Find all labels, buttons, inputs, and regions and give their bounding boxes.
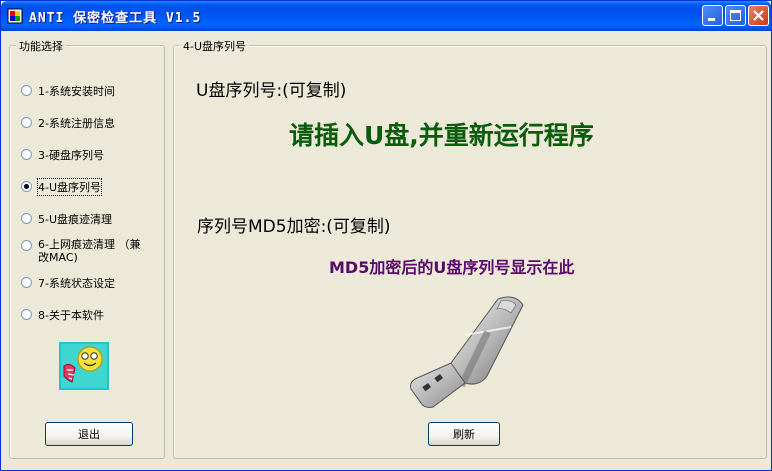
smiley-logo-icon <box>59 342 109 390</box>
radio-circle[interactable] <box>21 277 32 288</box>
close-button[interactable] <box>748 5 769 26</box>
minimize-button[interactable] <box>702 5 723 26</box>
radio-label: 4-U盘序列号 <box>36 178 103 196</box>
exit-button[interactable]: 退出 <box>45 422 133 446</box>
radio-circle[interactable] <box>21 117 32 128</box>
radio-circle[interactable] <box>21 240 32 251</box>
window-title: ANTI 保密检查工具 V1.5 <box>29 11 202 26</box>
title-bar[interactable]: ANTI 保密检查工具 V1.5 <box>1 1 771 31</box>
usb-serial-title: 4-U盘序列号 <box>180 38 250 54</box>
app-icon <box>7 8 23 24</box>
radio-circle-selected[interactable] <box>21 181 32 192</box>
close-icon <box>753 10 764 21</box>
radio-circle[interactable] <box>21 213 32 224</box>
usb-drive-image <box>410 296 524 408</box>
radio-label: 3-硬盘序列号 <box>38 149 104 162</box>
minimize-icon <box>708 18 715 21</box>
radio-label: 8-关于本软件 <box>38 309 104 322</box>
radio-label: 5-U盘痕迹清理 <box>38 213 113 226</box>
main-window: ANTI 保密检查工具 V1.5 功能选择 1-系统安装时间 2-系统注册信息 … <box>0 0 772 471</box>
radio-label: 1-系统安装时间 <box>38 85 115 98</box>
maximize-button[interactable] <box>725 5 746 26</box>
serial-message[interactable]: 请插入U盘,并重新运行程序 <box>289 116 594 152</box>
maximize-icon <box>730 10 741 21</box>
md5-label: 序列号MD5加密:(可复制) <box>197 217 391 237</box>
radio-circle[interactable] <box>21 149 32 160</box>
radio-circle[interactable] <box>21 309 32 320</box>
radio-label: 6-上网痕迹清理 （兼改MAC) <box>38 238 141 264</box>
serial-label: U盘序列号:(可复制) <box>196 81 347 101</box>
radio-label: 7-系统状态设定 <box>38 277 115 290</box>
radio-circle[interactable] <box>21 85 32 96</box>
radio-label: 2-系统注册信息 <box>38 117 115 130</box>
function-select-title: 功能选择 <box>16 38 66 54</box>
refresh-button[interactable]: 刷新 <box>428 422 500 446</box>
md5-message[interactable]: MD5加密后的U盘序列号显示在此 <box>329 254 574 278</box>
